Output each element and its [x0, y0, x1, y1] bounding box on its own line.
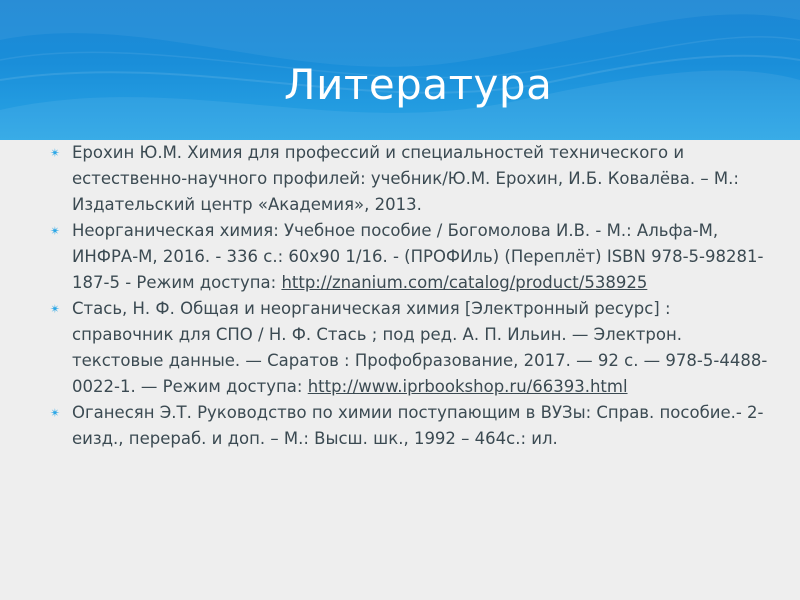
reference-item: ✴ Оганесян Э.Т. Руководство по химии пос…	[50, 400, 770, 452]
reference-item: ✴ Стась, Н. Ф. Общая и неорганическая хи…	[50, 296, 770, 400]
reference-item: ✴ Ерохин Ю.М. Химия для профессий и спец…	[50, 140, 770, 218]
star-icon: ✴	[50, 146, 61, 160]
star-icon: ✴	[50, 224, 61, 238]
header-banner: Литература	[0, 0, 800, 140]
star-icon: ✴	[50, 406, 61, 420]
reference-link-znanium[interactable]: http://znanium.com/catalog/product/53892…	[281, 273, 647, 292]
reference-item: ✴ Неорганическая химия: Учебное пособие …	[50, 218, 770, 296]
reference-text: Оганесян Э.Т. Руководство по химии посту…	[72, 403, 764, 448]
reference-list: ✴ Ерохин Ю.М. Химия для профессий и спец…	[50, 140, 770, 452]
star-icon: ✴	[50, 302, 61, 316]
slide-title: Литература	[284, 60, 553, 109]
slide: Литература ✴ Ерохин Ю.М. Химия для профе…	[0, 0, 800, 600]
reference-link-iprbookshop[interactable]: http://www.iprbookshop.ru/66393.html	[308, 377, 628, 396]
reference-text: Ерохин Ю.М. Химия для профессий и специа…	[72, 143, 739, 214]
